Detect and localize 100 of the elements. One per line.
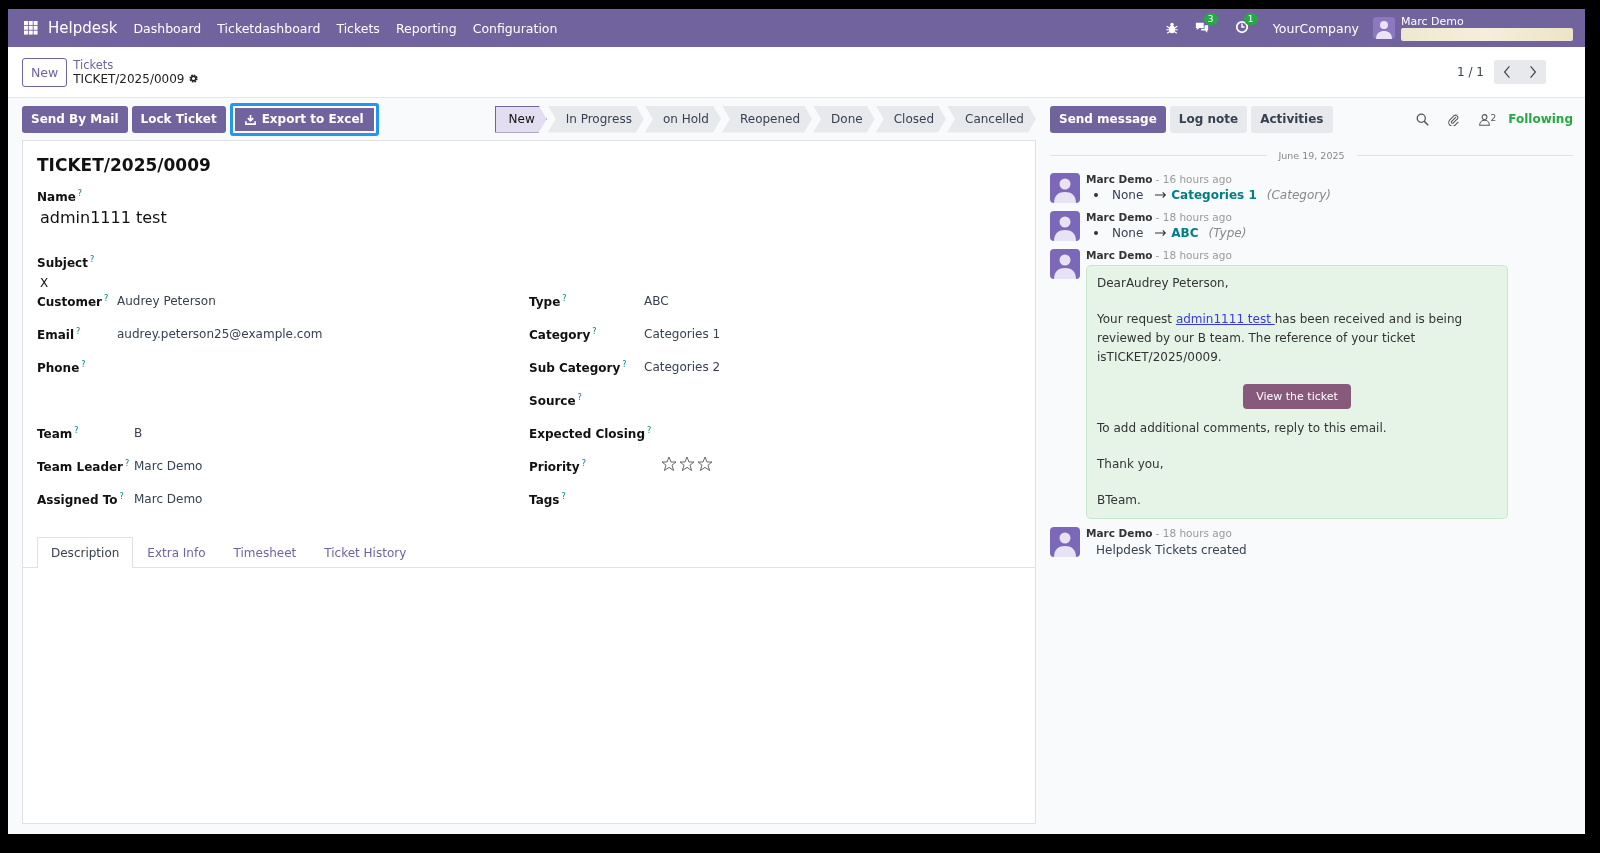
following-button[interactable]: Following [1508,112,1573,126]
help-tooltip-mark[interactable]: ? [581,459,586,468]
view-ticket-button[interactable]: View the ticket [1243,384,1351,409]
avatar-icon [1050,173,1080,203]
action-button[interactable]: Lock Ticket [131,105,226,133]
field-value[interactable]: Marc Demo [134,459,203,473]
message-count-badge: 3 [1203,12,1218,25]
star-icon[interactable] [661,456,677,472]
subject-field[interactable]: X [40,276,1018,290]
activity-count-badge: 1 [1243,12,1258,25]
field-label: Team [37,427,73,441]
new-value: ABC [1171,226,1199,240]
field-value[interactable]: Categories 1 [644,327,721,341]
email-paragraph: To add additional comments, reply to this email. [1097,420,1388,437]
help-tooltip-mark[interactable]: ? [125,459,130,468]
help-tooltip-mark[interactable]: ? [81,360,86,369]
field-label: Priority [529,460,580,474]
menu-item[interactable]: Ticketdashboard [217,20,321,36]
user-avatar-icon[interactable] [1373,17,1395,39]
field-label: Subject [37,256,88,270]
avatar-icon [1050,527,1080,557]
user-name[interactable]: Marc Demo [1401,15,1573,28]
menu-item[interactable]: Tickets [336,20,380,36]
record-name: TICKET/2025/0009 [73,71,185,86]
email-paragraph: Thank you, [1097,456,1165,473]
status-stage[interactable]: Cancelled [947,105,1036,133]
field-label: Category [529,328,591,342]
new-button[interactable]: New [22,57,68,87]
old-value: None [1112,226,1144,240]
new-value: Categories 1 [1171,188,1257,202]
help-tooltip-mark[interactable]: ? [592,327,597,336]
status-stage[interactable]: Done [813,105,875,133]
message-author: Marc Demo [1086,527,1153,539]
help-tooltip-mark[interactable]: ? [74,426,79,435]
notebook-tab[interactable]: Description [37,537,134,568]
star-icon[interactable] [679,456,695,472]
chatter-button[interactable]: Send message [1050,105,1166,133]
chatter-button[interactable]: Activities [1251,105,1333,133]
tracked-field: (Type) [1208,226,1247,240]
paperclip-icon[interactable] [1446,112,1460,126]
field-value[interactable]: ABC [644,294,669,308]
follower-count: 2 [1490,112,1497,123]
help-tooltip-mark[interactable]: ? [104,294,109,303]
app-name[interactable]: Helpdesk [48,19,118,37]
help-tooltip-mark[interactable]: ? [77,189,83,198]
field-label: Sub Category [529,361,621,375]
field-label: Team Leader [37,460,124,474]
message-author: Marc Demo [1086,211,1153,223]
notebook-tab[interactable]: Extra Info [133,537,220,568]
help-tooltip-mark[interactable]: ? [577,393,582,402]
field-value[interactable]: audrey.peterson25@example.com [117,327,323,341]
help-tooltip-mark[interactable]: ? [561,492,566,501]
field-label: Assigned To [37,493,118,507]
action-button[interactable]: Send By Mail [22,105,128,133]
settings-icon[interactable] [188,73,200,84]
old-value: None [1112,188,1144,202]
apps-menu-icon[interactable] [24,21,38,35]
star-icon[interactable] [697,456,713,472]
arrow-icon [1155,191,1168,199]
menu-item[interactable]: Dashboard [133,20,202,36]
notebook-tab[interactable]: Ticket History [310,537,421,568]
message-time: - 18 hours ago [1155,211,1232,223]
status-stage[interactable]: Closed [875,105,946,133]
status-stage[interactable]: Reopened [721,105,813,133]
help-tooltip-mark[interactable]: ? [119,492,124,501]
ticket-link[interactable]: admin1111 test [1175,312,1275,326]
message-time: - 18 hours ago [1155,527,1232,539]
person-icon[interactable] [1477,112,1491,126]
help-tooltip-mark[interactable]: ? [89,255,95,264]
notebook-tab[interactable]: Timesheet [219,537,311,568]
help-tooltip-mark[interactable]: ? [562,294,567,303]
message-author: Marc Demo [1086,249,1153,261]
status-stage[interactable]: New [494,105,547,133]
bug-icon[interactable] [1164,21,1179,35]
date-separator: June 19, 2025 [1278,150,1345,161]
ticket-title: TICKET/2025/0009 [37,155,212,175]
help-tooltip-mark[interactable]: ? [76,327,81,336]
chatter-button[interactable]: Log note [1169,105,1248,133]
email-paragraph: BTeam. [1097,492,1142,509]
field-label: Type [529,295,561,309]
status-stage[interactable]: on Hold [644,105,721,133]
menu-item[interactable]: Reporting [395,20,457,36]
field-label: Phone [37,361,80,375]
help-tooltip-mark[interactable]: ? [622,360,627,369]
help-tooltip-mark[interactable]: ? [647,426,652,435]
field-value[interactable]: Categories 2 [644,360,721,374]
chevron-right-icon [1529,65,1537,79]
action-button[interactable]: Export to Excel [229,102,379,136]
menu-item[interactable]: Configuration [472,20,558,36]
message-time: - 18 hours ago [1155,249,1232,261]
breadcrumb-link[interactable]: Tickets [73,58,200,72]
name-field[interactable]: admin1111 test [40,208,1018,227]
clock-icon[interactable] [1234,19,1249,34]
field-value[interactable]: B [134,426,143,440]
status-stage[interactable]: In Progress [547,105,644,133]
company-name[interactable]: YourCompany [1272,20,1359,36]
search-icon[interactable] [1415,112,1429,126]
message-author: Marc Demo [1086,173,1153,185]
field-value[interactable]: Audrey Peterson [117,294,216,308]
field-value[interactable]: Marc Demo [134,492,203,506]
